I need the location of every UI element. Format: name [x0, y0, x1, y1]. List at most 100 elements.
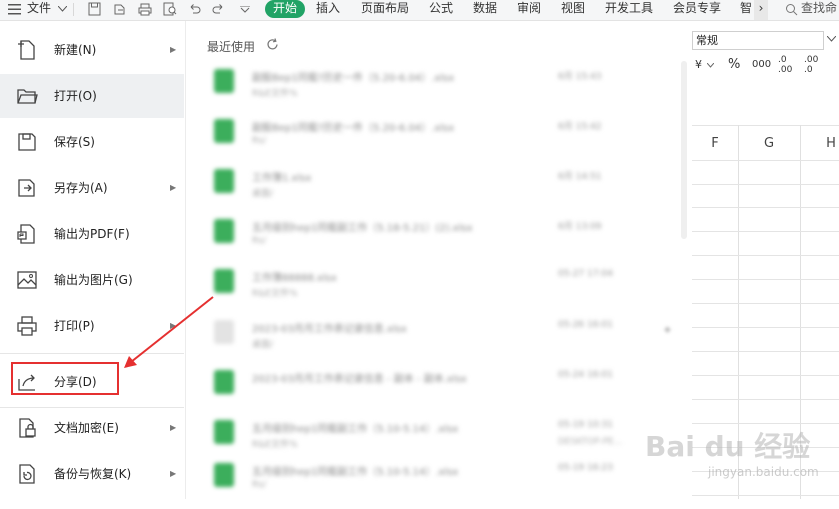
gridline	[692, 231, 839, 232]
pdf-export-icon	[17, 224, 35, 244]
export-icon[interactable]	[113, 2, 126, 16]
gridline	[692, 184, 839, 185]
file-path: R&E文件%	[252, 440, 298, 450]
thousands-separator-button[interactable]: 000	[752, 55, 771, 75]
file-date: 05-19 16:23	[558, 463, 613, 473]
undo-icon[interactable]	[188, 3, 201, 15]
file-path: Rs/	[252, 136, 266, 146]
tab-smart[interactable]: 智	[740, 0, 752, 20]
tab-formulas[interactable]: 公式	[429, 0, 453, 20]
list-item[interactable]: 2023-03月月工作表记录信息.xlsx 桌面/ 05-26 16:01	[206, 318, 676, 366]
image-export-icon	[17, 271, 37, 289]
tab-home[interactable]: 开始	[265, 0, 305, 18]
menu-item-label: 文档加密(E)	[54, 421, 119, 435]
file-name: 2023-03月月工作表记录信息.xlsx	[252, 324, 407, 335]
menu-item-new[interactable]: 新建(N) ▶	[0, 28, 184, 72]
list-item[interactable]: 五月级别hep1同载副工作（5.10-5.14）.xlsx R&E文件% 05-…	[206, 418, 676, 466]
column-header-g[interactable]: G	[738, 133, 800, 155]
chevron-down-icon[interactable]	[827, 36, 836, 42]
tab-insert[interactable]: 插入	[316, 0, 340, 20]
divider	[692, 125, 839, 126]
watermark-brand: Bai du 经验	[645, 430, 811, 463]
excel-file-icon	[214, 463, 234, 487]
file-menu-button[interactable]: 文件	[27, 0, 51, 20]
column-header-f[interactable]: F	[692, 133, 738, 155]
more-tabs-button[interactable]: ›	[754, 0, 768, 20]
tab-page-layout[interactable]: 页面布局	[361, 0, 409, 20]
submenu-arrow-icon: ▶	[170, 45, 177, 54]
file-name: 五月级别hep1同载副工作（5.18-5.21）(2).xlsx	[252, 223, 473, 234]
excel-file-icon	[214, 219, 234, 243]
number-format-select[interactable]: 常规	[692, 31, 824, 50]
excel-file-icon	[214, 370, 234, 394]
tab-view[interactable]: 视图	[561, 0, 585, 20]
refresh-icon[interactable]	[266, 38, 279, 51]
encrypt-icon	[19, 418, 36, 438]
file-name: 五月级别hep1同载副工作（5.10-5.14）.xlsx	[252, 424, 459, 435]
menu-item-print[interactable]: 打印(P) ▶	[0, 304, 184, 348]
gridline	[692, 160, 839, 161]
file-name: 副股Bep1同载?历史一件（5.20-6.04）.xlsx	[252, 73, 455, 84]
hamburger-icon[interactable]	[8, 4, 21, 15]
menu-item-label: 打开(O)	[54, 89, 97, 103]
save-icon	[18, 133, 36, 151]
scrollbar[interactable]	[681, 61, 687, 239]
file-device: DESKTOP-PE...	[558, 437, 623, 447]
folder-icon	[17, 89, 38, 104]
save-icon[interactable]	[88, 2, 101, 16]
tab-member[interactable]: 会员专享	[673, 0, 721, 20]
list-item[interactable]: 2023-03月月工作表记录信息 - 副本 - 副本.xlsx 05-24 16…	[206, 368, 676, 416]
currency-button[interactable]: ¥	[695, 55, 702, 75]
list-item[interactable]: 工作簿1.xlsx 桌面/ 6月 14:51	[206, 167, 676, 215]
file-path: 桌面/	[252, 189, 274, 199]
file-menu: 新建(N) ▶ 打开(O) 保存(S) 另存为(A) ▶ 输出为PDF(F) 输…	[0, 21, 186, 499]
file-date: 05-24 16:01	[558, 370, 613, 380]
gridline	[692, 279, 839, 280]
print-icon[interactable]	[138, 3, 152, 16]
tab-review[interactable]: 审阅	[517, 0, 541, 20]
list-item[interactable]: 副股Bep1同载?历史一件（5.20-6.04）.xlsx R&E文件% 6月 …	[206, 67, 676, 115]
redo-icon[interactable]	[212, 3, 225, 15]
menu-item-encrypt[interactable]: 文档加密(E) ▶	[0, 406, 184, 450]
submenu-arrow-icon: ▶	[170, 321, 177, 330]
menu-item-export-image[interactable]: 输出为图片(G)	[0, 258, 184, 302]
divider	[0, 353, 184, 354]
pin-icon[interactable]: ◈	[664, 325, 671, 335]
tab-developer[interactable]: 开发工具	[605, 0, 653, 20]
menu-item-label: 备份与恢复(K)	[54, 467, 132, 481]
baidu-watermark: Bai du 经验 jingyan.baidu.com	[640, 420, 839, 499]
list-item[interactable]: 五月级别hep1同载副工作（5.18-5.21）(2).xlsx Rs/ 6月 …	[206, 217, 676, 265]
tab-data[interactable]: 数据	[473, 0, 497, 20]
new-file-icon	[18, 40, 35, 60]
excel-file-icon	[214, 69, 234, 93]
print-preview-icon[interactable]	[163, 2, 177, 16]
search-command[interactable]: 查找命	[801, 0, 837, 20]
percent-button[interactable]: %	[728, 55, 740, 75]
save-as-icon	[18, 179, 35, 197]
list-item[interactable]: 五月级别hep1同载副工作（5.10-5.14）.xlsx Rs/ 05-19 …	[206, 461, 676, 509]
gridline	[692, 327, 839, 328]
chevron-down-icon[interactable]	[707, 63, 714, 68]
chevron-down-icon[interactable]	[58, 6, 67, 12]
backup-icon	[19, 464, 35, 484]
menu-item-backup[interactable]: 备份与恢复(K) ▶	[0, 452, 184, 496]
excel-file-icon	[214, 119, 234, 143]
menu-item-save[interactable]: 保存(S)	[0, 120, 184, 164]
divider	[73, 3, 74, 16]
increase-decimal-button[interactable]: .0 .00	[778, 55, 792, 75]
file-path: R&E文件%	[252, 89, 298, 99]
list-item[interactable]: 副股Bep1同载?历史一件（5.20-6.04）.xlsx Rs/ 6月 15:…	[206, 117, 676, 165]
excel-file-icon	[214, 169, 234, 193]
menu-item-save-as[interactable]: 另存为(A) ▶	[0, 166, 184, 210]
gridline	[692, 399, 839, 400]
search-icon[interactable]	[785, 3, 798, 16]
decrease-decimal-button[interactable]: .00 .0	[804, 55, 818, 75]
customize-quick-access-icon[interactable]	[240, 6, 250, 13]
menu-item-export-pdf[interactable]: 输出为PDF(F)	[0, 212, 184, 256]
column-header-h[interactable]: H	[800, 133, 839, 155]
file-date: 6月 15:43	[558, 72, 602, 82]
menu-item-label: 另存为(A)	[54, 181, 108, 195]
menu-item-open[interactable]: 打开(O)	[0, 74, 184, 118]
list-item[interactable]: 工作簿88888.xlsx R&E文件% 05-27 17:04	[206, 267, 676, 315]
file-name: 五月级别hep1同载副工作（5.10-5.14）.xlsx	[252, 467, 459, 478]
